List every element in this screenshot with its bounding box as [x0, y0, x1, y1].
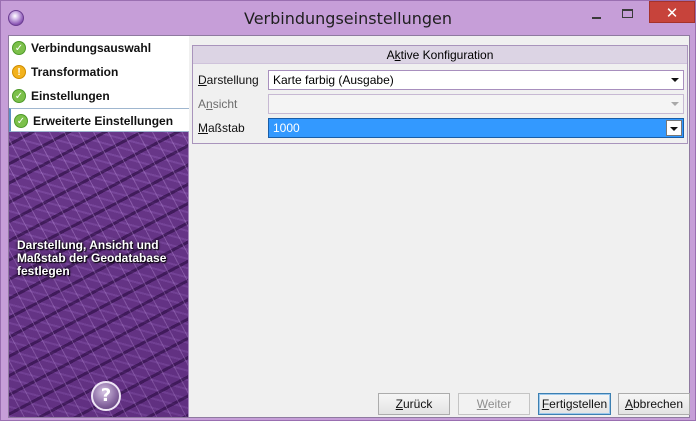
wizard-step-label: Einstellungen: [31, 89, 110, 103]
wizard-step-transformation[interactable]: ! Transformation: [9, 60, 189, 84]
chevron-down-icon: [671, 78, 679, 82]
darstellung-value: Karte farbig (Ausgabe): [273, 73, 394, 87]
minimize-icon: [592, 17, 601, 19]
maximize-button[interactable]: [615, 2, 641, 28]
massstab-label: Maßstab: [198, 121, 245, 135]
dialog-client-area: ✓ Verbindungsauswahl ! Transformation ✓ …: [8, 35, 690, 418]
main-content: Aktive Konfiguration Darstellung Karte f…: [192, 45, 688, 144]
title-bar[interactable]: Verbindungseinstellungen ✕: [1, 1, 695, 35]
finish-button[interactable]: Fertigstellen: [538, 393, 611, 415]
wizard-step-verbindungsauswahl[interactable]: ✓ Verbindungsauswahl: [9, 36, 189, 60]
minimize-button[interactable]: [583, 2, 609, 28]
checkmark-icon: ✓: [12, 41, 26, 55]
wizard-sidebar: ✓ Verbindungsauswahl ! Transformation ✓ …: [9, 36, 189, 417]
ansicht-dropdown[interactable]: [268, 94, 684, 114]
maximize-icon: [622, 9, 633, 18]
checkmark-icon: ✓: [12, 89, 26, 103]
cancel-button[interactable]: Abbrechen: [618, 393, 690, 415]
ansicht-label: Ansicht: [198, 97, 238, 111]
wizard-step-label: Erweiterte Einstellungen: [33, 114, 174, 128]
checkmark-icon: ✓: [14, 114, 28, 128]
wizard-step-einstellungen[interactable]: ✓ Einstellungen: [9, 84, 189, 108]
dropdown-button[interactable]: [666, 120, 682, 136]
wizard-step-label: Transformation: [31, 65, 119, 79]
wizard-step-description: Darstellung, Ansicht und Maßstab der Geo…: [17, 238, 167, 278]
wizard-step-erweiterte-einstellungen[interactable]: ✓ Erweiterte Einstellungen: [9, 108, 189, 132]
warning-icon: !: [12, 65, 26, 79]
darstellung-label: Darstellung: [198, 73, 259, 87]
wizard-step-label: Verbindungsauswahl: [31, 41, 152, 55]
wizard-window: Verbindungseinstellungen ✕ ✓ Verbindungs…: [0, 0, 696, 421]
help-icon[interactable]: ?: [91, 381, 121, 411]
next-button[interactable]: Weiter: [458, 393, 530, 415]
chevron-down-icon: [670, 127, 678, 131]
group-header: Aktive Konfiguration: [193, 46, 687, 64]
wizard-steps: ✓ Verbindungsauswahl ! Transformation ✓ …: [9, 36, 189, 132]
active-configuration-group: Aktive Konfiguration Darstellung Karte f…: [192, 45, 688, 144]
darstellung-dropdown[interactable]: Karte farbig (Ausgabe): [268, 70, 684, 90]
chevron-down-icon: [671, 102, 679, 106]
back-button[interactable]: Zurück: [378, 393, 450, 415]
massstab-dropdown[interactable]: 1000: [268, 118, 684, 138]
massstab-value: 1000: [273, 121, 300, 135]
close-icon: ✕: [665, 4, 679, 22]
close-button[interactable]: ✕: [649, 1, 695, 23]
